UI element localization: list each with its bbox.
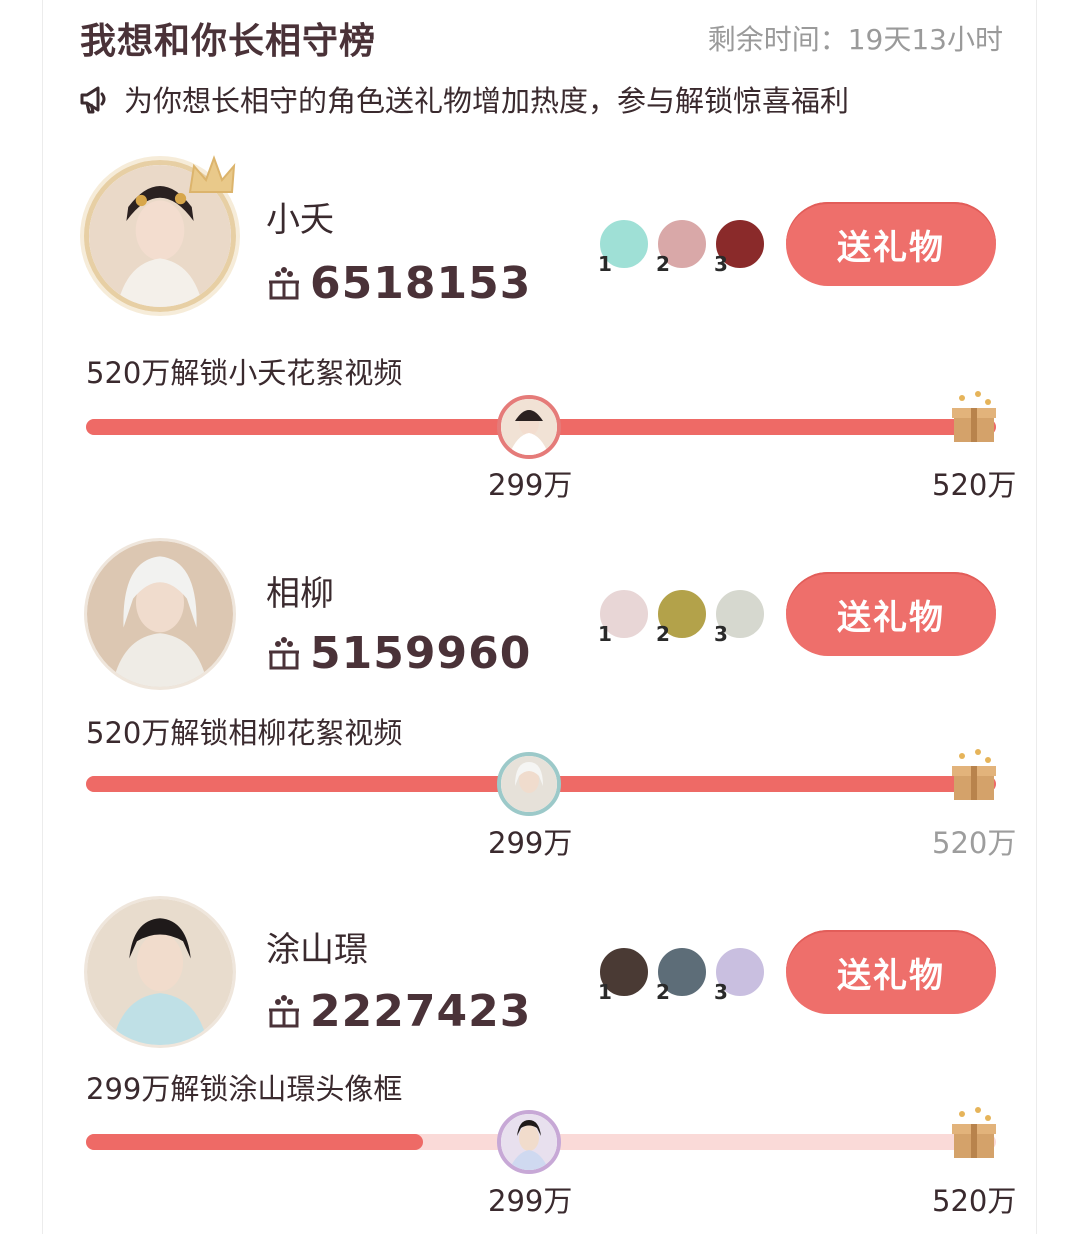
fan-avatar[interactable]: 3 bbox=[714, 588, 766, 646]
character-avatar[interactable] bbox=[84, 896, 236, 1048]
top-fans: 1 2 3 bbox=[598, 218, 766, 276]
remaining-time: 剩余时间：19天13小时 bbox=[707, 23, 1003, 56]
fan-avatar[interactable]: 3 bbox=[714, 946, 766, 1004]
top-fans: 1 2 3 bbox=[598, 946, 766, 1004]
fan-rank: 2 bbox=[656, 622, 670, 646]
send-gift-button[interactable]: 送礼物 bbox=[786, 930, 996, 1014]
unlock-description: 520万解锁相柳花絮视频 bbox=[86, 716, 403, 750]
megaphone-icon bbox=[80, 86, 106, 114]
fan-rank: 2 bbox=[656, 252, 670, 276]
fan-rank: 1 bbox=[598, 622, 612, 646]
leaderboard-header: 我想和你长相守榜 剩余时间：19天13小时 为你想长相守的角色送礼物增加热度，参… bbox=[0, 0, 1079, 130]
milestone-marker bbox=[497, 752, 561, 816]
fan-avatar[interactable]: 2 bbox=[656, 946, 708, 1004]
milestone-marker bbox=[497, 1110, 561, 1174]
notice-text: 为你想长相守的角色送礼物增加热度，参与解锁惊喜福利 bbox=[124, 84, 850, 118]
fan-avatar[interactable]: 1 bbox=[598, 946, 650, 1004]
character-name: 小夭 bbox=[266, 200, 334, 240]
heat-score: 5159960 bbox=[266, 628, 531, 679]
milestone-label: 299万 bbox=[488, 468, 573, 502]
fan-avatar[interactable]: 2 bbox=[656, 218, 708, 276]
fan-rank: 1 bbox=[598, 252, 612, 276]
send-gift-button[interactable]: 送礼物 bbox=[786, 202, 996, 286]
gift-icon bbox=[269, 636, 299, 669]
fan-rank: 1 bbox=[598, 980, 612, 1004]
unlock-description: 299万解锁涂山璟头像框 bbox=[86, 1072, 403, 1106]
fan-rank: 3 bbox=[714, 622, 728, 646]
fan-avatar[interactable]: 1 bbox=[598, 218, 650, 276]
ranking-card-2: 相柳 5159960 1 2 3 送礼物 520万解锁相柳花絮视频 299万 5… bbox=[0, 530, 1079, 890]
fan-rank: 3 bbox=[714, 252, 728, 276]
score-value: 6518153 bbox=[310, 258, 532, 309]
heat-score: 2227423 bbox=[266, 986, 531, 1037]
fan-avatar[interactable]: 3 bbox=[714, 218, 766, 276]
milestone-marker bbox=[497, 395, 561, 459]
fan-rank: 3 bbox=[714, 980, 728, 1004]
fan-avatar[interactable]: 2 bbox=[656, 588, 708, 646]
milestone-label: 299万 bbox=[488, 826, 573, 860]
character-name: 涂山璟 bbox=[266, 930, 368, 970]
ranking-card-3: 涂山璟 2227423 1 2 3 送礼物 299万解锁涂山璟头像框 299万 … bbox=[0, 888, 1079, 1248]
gift-icon bbox=[269, 266, 299, 299]
character-avatar[interactable] bbox=[84, 538, 236, 690]
progress-fill bbox=[86, 1134, 423, 1150]
target-label: 520万 bbox=[932, 468, 1017, 502]
ranking-card-1: 小夭 6518153 1 2 3 送礼物 520万解锁小夭花絮视频 299万 5… bbox=[0, 150, 1079, 510]
target-label: 520万 bbox=[932, 826, 1017, 860]
score-value: 2227423 bbox=[310, 986, 532, 1037]
crown-icon bbox=[188, 155, 236, 193]
send-gift-button[interactable]: 送礼物 bbox=[786, 572, 996, 656]
gift-box-icon bbox=[952, 391, 996, 442]
page-title: 我想和你长相守榜 bbox=[80, 21, 377, 62]
milestone-label: 299万 bbox=[488, 1184, 573, 1218]
gift-box-icon bbox=[952, 1107, 996, 1158]
notice-bar: 为你想长相守的角色送礼物增加热度，参与解锁惊喜福利 bbox=[78, 78, 849, 120]
top-fans: 1 2 3 bbox=[598, 588, 766, 646]
heat-score: 6518153 bbox=[266, 258, 531, 309]
fan-avatar[interactable]: 1 bbox=[598, 588, 650, 646]
score-value: 5159960 bbox=[310, 628, 532, 679]
target-label: 520万 bbox=[932, 1184, 1017, 1218]
gift-box-icon bbox=[952, 749, 996, 800]
gift-icon bbox=[269, 994, 299, 1027]
character-name: 相柳 bbox=[266, 574, 334, 614]
unlock-description: 520万解锁小夭花絮视频 bbox=[86, 356, 403, 390]
fan-rank: 2 bbox=[656, 980, 670, 1004]
